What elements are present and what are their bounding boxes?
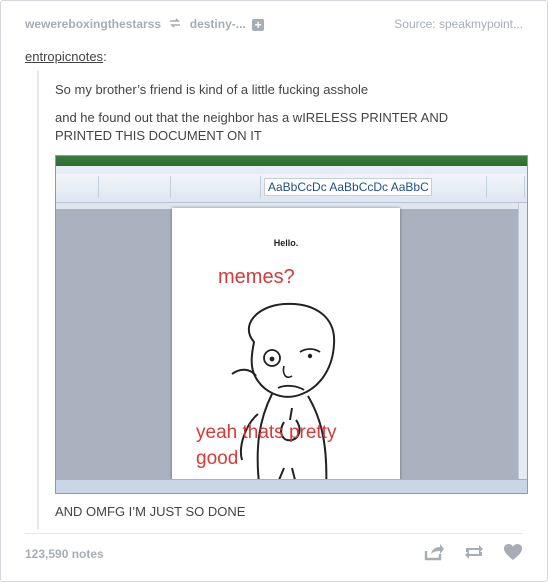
vertical-scrollbar — [518, 203, 527, 479]
blockquote: So my brother’s friend is kind of a litt… — [37, 71, 531, 529]
reblogged-from-link[interactable]: wewereboxingthestarss — [25, 17, 161, 31]
quote-line-2a: and he found out that the neighbor has a… — [55, 110, 449, 125]
author-colon: : — [103, 49, 107, 64]
hello-text: Hello. — [273, 238, 299, 248]
word-titlebar — [56, 156, 527, 166]
post-actions — [410, 543, 523, 565]
editing-group — [488, 176, 525, 198]
good-text: good — [196, 448, 239, 469]
heart-icon[interactable] — [503, 543, 523, 566]
font-group — [100, 176, 171, 198]
yeah-thats-pretty-text: yeah thats pretty — [196, 422, 337, 443]
paragraph-group — [172, 176, 261, 198]
footer-divider — [25, 533, 523, 534]
styles-text: AaBbCcDc AaBbCcDc AaBbC AaBbCc AaBbC AaB — [268, 180, 431, 194]
quote-line-1: So my brother’s friend is kind of a litt… — [55, 82, 369, 97]
word-screenshot-image[interactable]: AaBbCcDc AaBbCcDc AaBbC AaBbCc AaBbC AaB… — [55, 155, 528, 494]
clipboard-group — [58, 176, 99, 198]
change-styles-group — [456, 176, 487, 198]
word-ribbon: AaBbCcDc AaBbCcDc AaBbC AaBbCc AaBbC AaB — [56, 166, 527, 203]
ribbon-tabs — [56, 166, 527, 174]
reblog-source-link[interactable]: destiny-... — [190, 17, 246, 31]
share-icon[interactable] — [424, 543, 445, 566]
quote-author: entropicnotes: — [25, 49, 107, 64]
styles-gallery: AaBbCcDc AaBbCcDc AaBbC AaBbCc AaBbC AaB — [264, 178, 432, 196]
reblog-icon — [168, 17, 182, 32]
post-card: wewereboxingthestarss destiny-... + Sour… — [0, 0, 548, 582]
author-link[interactable]: entropicnotes — [25, 49, 103, 64]
reblog-action-icon[interactable] — [463, 543, 485, 566]
quote-closing: AND OMFG I’M JUST SO DONE — [55, 504, 246, 519]
notes-count[interactable]: 123,590 notes — [25, 547, 104, 561]
word-statusbar — [56, 479, 527, 493]
quote-line-2b: PRINTED THIS DOCUMENT ON IT — [55, 128, 262, 143]
source-link[interactable]: Source: speakmypoint... — [394, 17, 523, 31]
memes-text: memes? — [218, 266, 295, 288]
document-page: Hello. memes? yeah thats pretty good — [172, 208, 400, 492]
plus-icon[interactable]: + — [252, 18, 265, 31]
post-header: wewereboxingthestarss destiny-... + Sour… — [25, 17, 523, 37]
